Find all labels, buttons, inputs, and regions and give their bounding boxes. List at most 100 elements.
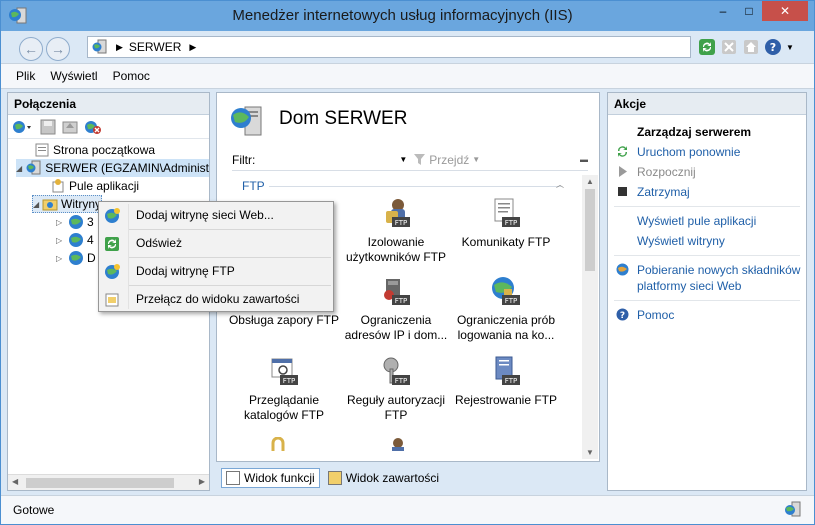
connections-header: Połączenia xyxy=(8,93,209,115)
tab-features-view[interactable]: Widok funkcji xyxy=(221,468,320,488)
tab-content-view[interactable]: Widok zawartości xyxy=(324,468,443,488)
feature-ftp-user-isolation[interactable]: FTP Izolowanie użytkowników FTP xyxy=(337,197,455,265)
vertical-scrollbar[interactable]: ▲ ▼ xyxy=(582,175,598,459)
feature-ftp-messages[interactable]: FTP Komunikaty FTP xyxy=(447,197,565,250)
context-item-label: Dodaj witrynę FTP xyxy=(136,264,235,278)
expand-icon[interactable]: ▷ xyxy=(56,218,66,227)
filter-input[interactable] xyxy=(259,151,399,169)
back-button[interactable]: ← xyxy=(19,37,43,61)
filter-dropdown-icon[interactable]: ▼ xyxy=(399,155,407,164)
up-icon[interactable] xyxy=(62,119,78,135)
context-refresh[interactable]: Odśwież xyxy=(99,230,333,257)
content-view-icon xyxy=(105,293,119,307)
action-start[interactable]: Rozpocznij xyxy=(608,162,806,182)
scroll-thumb[interactable] xyxy=(26,478,174,488)
svg-text:FTP: FTP xyxy=(395,297,407,305)
globe-icon xyxy=(69,215,83,229)
maximize-button[interactable]: □ xyxy=(736,1,762,21)
feature-label: Reguły autoryzacji FTP xyxy=(346,393,446,422)
tree-node-site[interactable]: ▷ D xyxy=(56,249,96,267)
goto-button[interactable]: Przejdź ▼ xyxy=(413,153,480,167)
feature-ftp-logging[interactable]: FTP Rejestrowanie FTP xyxy=(447,355,565,408)
collapse-icon[interactable]: ◢ xyxy=(33,200,40,209)
help-icon[interactable]: ? xyxy=(764,38,782,56)
feature-label: Rejestrowanie FTP xyxy=(454,393,558,407)
action-view-sites[interactable]: Wyświetl witryny xyxy=(608,231,806,251)
user-isolation-icon: FTP xyxy=(386,199,410,227)
add-website-icon xyxy=(105,208,120,223)
tree-node-site[interactable]: ▷ 4 xyxy=(56,231,94,249)
web-platform-icon xyxy=(616,263,629,276)
start-page-icon xyxy=(35,143,49,157)
connect-icon[interactable] xyxy=(12,119,34,135)
window-title: Menedżer internetowych usług informacyjn… xyxy=(232,7,573,24)
feature-ftp-ip-restrictions[interactable]: FTP Ograniczenia adresów IP i dom... xyxy=(337,275,455,343)
tree-node-start-page[interactable]: Strona początkowa xyxy=(22,141,155,159)
minimize-button[interactable]: – xyxy=(710,1,736,21)
scroll-up-icon[interactable]: ▲ xyxy=(586,177,594,186)
breadcrumb-separator: ▶ xyxy=(116,41,123,52)
feature-ftp-authorization-rules[interactable]: FTP Reguły autoryzacji FTP xyxy=(337,355,455,423)
forward-button[interactable]: → xyxy=(46,37,70,61)
svg-text:FTP: FTP xyxy=(505,297,517,305)
help-dropdown-icon[interactable]: ▼ xyxy=(786,43,794,52)
action-stop[interactable]: Zatrzymaj xyxy=(608,182,806,202)
collapse-group-icon[interactable]: ︿ xyxy=(556,179,564,190)
expand-icon[interactable]: ▷ xyxy=(56,236,66,245)
features-view-icon xyxy=(226,471,240,485)
action-label: Pomoc xyxy=(637,308,675,322)
tree-node-sites[interactable]: ◢ Witryny xyxy=(32,195,102,213)
group-by-icon[interactable]: ▬ xyxy=(580,155,588,164)
scroll-down-icon[interactable]: ▼ xyxy=(586,448,594,457)
feature-label: Izolowanie użytkowników FTP xyxy=(345,235,447,264)
home-icon[interactable] xyxy=(742,38,760,56)
tree-node-server[interactable]: ◢ SERWER (EGZAMIN\Administ xyxy=(16,159,209,177)
breadcrumb[interactable]: ▶ SERWER ▶ xyxy=(87,36,691,58)
scroll-thumb[interactable] xyxy=(585,189,595,271)
save-icon[interactable] xyxy=(40,119,56,135)
action-label: Uruchom ponownie xyxy=(637,145,741,159)
actions-divider xyxy=(614,300,800,301)
disconnect-icon[interactable] xyxy=(84,119,102,135)
close-button[interactable]: ✕ xyxy=(762,1,808,21)
action-help[interactable]: ? Pomoc xyxy=(608,305,806,325)
filter-label: Filtr: xyxy=(232,152,256,167)
action-get-web-platform[interactable]: Pobieranie nowych składników platformy s… xyxy=(608,260,806,296)
menu-pomoc[interactable]: Pomoc xyxy=(113,69,150,83)
server-icon xyxy=(26,160,41,175)
action-view-app-pools[interactable]: Wyświetl pule aplikacji xyxy=(608,211,806,231)
scroll-left-icon[interactable]: ◀ xyxy=(12,477,18,486)
context-switch-to-content-view[interactable]: Przełącz do widoku zawartości xyxy=(99,286,333,313)
refresh-icon[interactable] xyxy=(698,38,716,56)
server-status-icon xyxy=(785,501,801,517)
logging-icon: FTP xyxy=(495,356,520,385)
tab-label: Widok zawartości xyxy=(345,471,440,485)
expand-icon[interactable]: ▷ xyxy=(56,254,66,263)
tree-node-label: SERWER (EGZAMIN\Administ xyxy=(45,161,209,175)
tree-node-app-pools[interactable]: Pule aplikacji xyxy=(38,177,139,195)
feature-ftp-firewall[interactable]: Obsługa zapory FTP xyxy=(225,313,343,328)
feature-label: Ograniczenia adresów IP i dom... xyxy=(344,313,448,342)
context-item-label: Odśwież xyxy=(136,236,183,250)
context-item-label: Przełącz do widoku zawartości xyxy=(136,292,300,306)
server-icon xyxy=(231,106,262,136)
feature-ftp-logon-attempt[interactable]: FTP Ograniczenia prób logowania na ko... xyxy=(447,275,565,343)
collapse-icon[interactable]: ◢ xyxy=(16,164,24,173)
scroll-right-icon[interactable]: ▶ xyxy=(199,477,205,486)
horizontal-scrollbar[interactable]: ◀ ▶ xyxy=(8,474,209,490)
stop-icon xyxy=(618,187,627,196)
breadcrumb-item-serwer[interactable]: SERWER xyxy=(129,40,181,54)
tree-node-label: Strona początkowa xyxy=(53,143,156,157)
action-restart[interactable]: Uruchom ponownie xyxy=(608,142,806,162)
tree-node-site[interactable]: ▷ 3 xyxy=(56,213,94,231)
context-add-ftp-site[interactable]: Dodaj witrynę FTP xyxy=(99,258,333,285)
tree-node-label: Pule aplikacji xyxy=(69,179,140,193)
feature-ftp-directory-browsing[interactable]: FTP Przeglądanie katalogów FTP xyxy=(225,355,343,423)
menu-plik[interactable]: Plik xyxy=(16,69,35,83)
stop-icon[interactable] xyxy=(720,38,738,56)
svg-text:FTP: FTP xyxy=(395,377,407,385)
view-tabs: Widok funkcji Widok zawartości xyxy=(221,468,443,488)
context-add-website[interactable]: Dodaj witrynę sieci Web... xyxy=(99,202,333,229)
menu-wyswietl[interactable]: Wyświetl xyxy=(50,69,97,83)
menu-bar: Plik Wyświetl Pomoc xyxy=(1,63,814,89)
